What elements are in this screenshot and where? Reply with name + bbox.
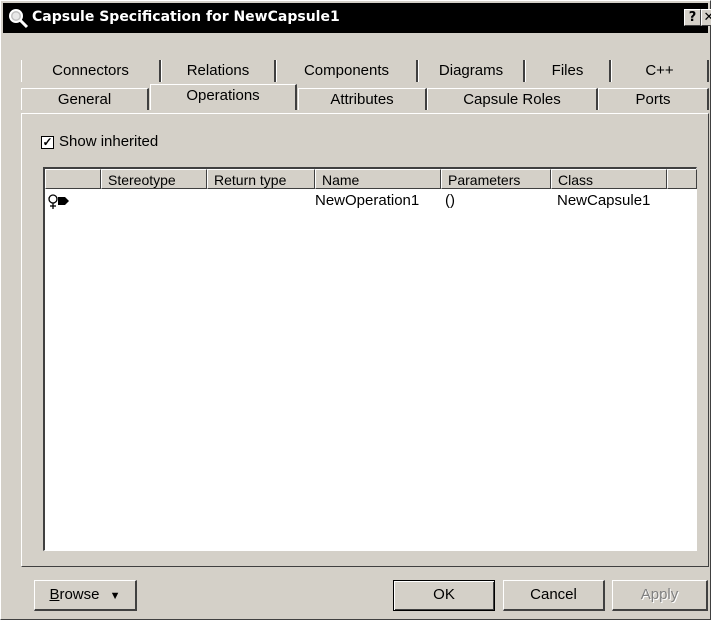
tab-attributes[interactable]: Attributes	[298, 88, 427, 110]
tab-files[interactable]: Files	[525, 60, 611, 82]
tab-cpp[interactable]: C++	[611, 60, 709, 82]
ok-button[interactable]: OK	[393, 580, 495, 611]
browse-button[interactable]: Browse ▼	[34, 580, 137, 611]
title-bar[interactable]: Capsule Specification for NewCapsule1 ? …	[3, 3, 711, 33]
dropdown-arrow-icon: ▼	[109, 590, 121, 602]
close-button[interactable]: ✕	[701, 9, 711, 26]
browse-accel: B	[49, 586, 60, 603]
magnifier-icon	[9, 9, 29, 29]
window-title: Capsule Specification for NewCapsule1	[32, 9, 340, 25]
close-icon: ✕	[703, 10, 711, 25]
apply-button: Apply	[612, 580, 708, 611]
help-button[interactable]: ?	[684, 9, 701, 26]
tab-ports[interactable]: Ports	[598, 88, 709, 110]
dialog-window: Capsule Specification for NewCapsule1 ? …	[0, 0, 711, 620]
tab-diagrams[interactable]: Diagrams	[418, 60, 525, 82]
operations-panel	[21, 113, 709, 567]
tab-components[interactable]: Components	[276, 60, 418, 82]
cancel-button[interactable]: Cancel	[503, 580, 605, 611]
tab-general[interactable]: General	[21, 88, 149, 110]
tab-connectors[interactable]: Connectors	[21, 60, 161, 82]
tab-operations[interactable]: Operations	[150, 84, 297, 110]
browse-label: rowse	[59, 586, 100, 603]
tab-relations[interactable]: Relations	[161, 60, 276, 82]
tab-capsule-roles[interactable]: Capsule Roles	[427, 88, 598, 110]
